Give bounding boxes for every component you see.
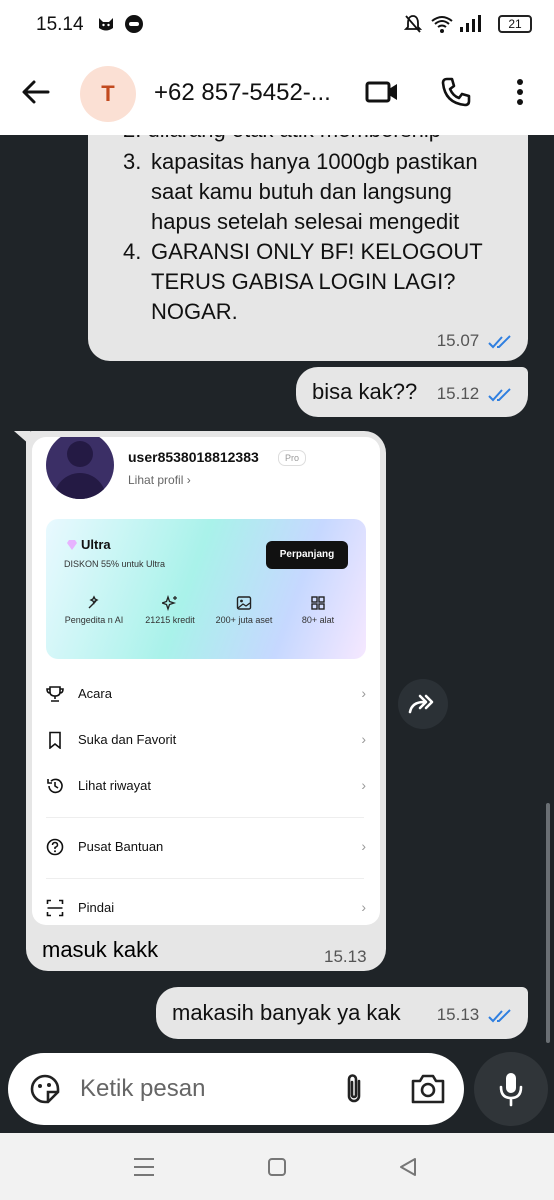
message-composer[interactable]: Ketik pesan <box>8 1053 464 1125</box>
feature-tools: 80+ alat <box>288 595 348 626</box>
status-time: 15.14 <box>36 14 84 35</box>
menu-item-favorites: Suka dan Favorit › <box>46 725 366 755</box>
signal-icon <box>458 14 482 39</box>
message-time: 15.07 <box>436 331 480 350</box>
read-receipt-icon <box>488 334 511 348</box>
mute-bell-icon <box>403 14 423 39</box>
message-input[interactable]: Ketik pesan <box>80 1075 205 1103</box>
message-time: 15.12 <box>436 384 480 403</box>
voice-record-button[interactable] <box>474 1052 548 1126</box>
message-numbered-list: 3. kapasitas hanya 1000gb pastikan saat k… <box>123 147 493 327</box>
scrollbar[interactable] <box>546 803 550 1043</box>
message-text: bisa kak?? <box>312 379 418 404</box>
home-icon[interactable] <box>267 1157 287 1182</box>
chevron-right-icon: › <box>361 899 366 915</box>
feature-credits: 21215 kredit <box>140 595 200 626</box>
forward-arrow-icon <box>408 694 434 714</box>
camera-icon[interactable] <box>410 1073 446 1110</box>
profile-username: user8538018812383 <box>128 449 259 465</box>
video-call-icon[interactable] <box>364 76 400 113</box>
contact-avatar[interactable]: T <box>80 66 136 122</box>
list-item: 4. GARANSI ONLY BF! KELOGOUT TERUS GABISA… <box>123 239 483 324</box>
wifi-icon <box>430 14 454 39</box>
back-nav-icon[interactable] <box>398 1157 418 1182</box>
messenger-app-icon <box>124 14 144 39</box>
ultra-membership-card: Ultra DISKON 55% untuk Ultra Perpanjang … <box>46 519 366 659</box>
profile-link: Lihat profil › <box>128 473 191 487</box>
message-bubble-sent[interactable]: makasih banyak ya kak 15.13 <box>156 987 528 1039</box>
grid-icon <box>311 596 325 610</box>
scan-icon <box>46 899 64 917</box>
recent-apps-icon[interactable] <box>133 1157 155 1182</box>
message-time: 15.13 <box>436 1005 480 1024</box>
profile-avatar <box>46 437 114 499</box>
read-receipt-icon <box>488 1008 511 1022</box>
contact-name[interactable]: +62 857-5452-... <box>154 79 331 107</box>
feature-assets: 200+ juta aset <box>214 595 274 626</box>
bookmark-icon <box>49 731 61 749</box>
sticker-icon[interactable] <box>28 1072 62 1111</box>
message-meta: 15.12 <box>437 384 514 404</box>
trophy-icon <box>46 686 64 702</box>
feature-ai-editing: Pengedita n AI <box>64 595 124 626</box>
ultra-title: Ultra <box>66 537 111 552</box>
back-arrow-icon[interactable] <box>20 76 52 113</box>
discount-text: DISKON 55% untuk Ultra <box>64 559 166 569</box>
sparkle-icon <box>162 595 177 611</box>
history-icon <box>47 778 63 794</box>
pro-badge: Pro <box>278 450 307 466</box>
menu-item-acara: Acara › <box>46 679 366 709</box>
chevron-right-icon: › <box>361 685 366 701</box>
more-options-icon[interactable] <box>508 76 532 113</box>
message-text: makasih banyak ya kak <box>172 1000 401 1025</box>
chevron-right-icon: › <box>361 731 366 747</box>
menu-divider <box>46 817 364 818</box>
attach-icon[interactable] <box>340 1071 368 1112</box>
image-icon <box>236 596 252 610</box>
message-meta: 15.13 <box>437 1005 514 1025</box>
bubble-tail <box>14 431 30 445</box>
list-item: 3. kapasitas hanya 1000gb pastikan saat k… <box>123 149 478 234</box>
microphone-icon <box>499 1073 523 1107</box>
shared-screenshot-image[interactable]: user8538018812383 Pro Lihat profil › Ult… <box>32 437 380 925</box>
battery-indicator: 21 <box>498 15 532 33</box>
message-partial-line: 2. dilarang otak atik membership <box>123 135 523 145</box>
status-bar: 15.14 21 <box>0 0 554 50</box>
chat-header: T +62 857-5452-... <box>0 50 554 135</box>
read-receipt-icon <box>488 387 511 401</box>
chevron-right-icon: › <box>361 838 366 854</box>
message-bubble-sent[interactable]: 2. dilarang otak atik membership 3.kapas… <box>88 135 528 361</box>
message-time: 15.13 <box>324 947 367 966</box>
menu-divider <box>46 878 364 879</box>
message-caption: masuk kakk <box>42 937 159 962</box>
phone-call-icon[interactable] <box>440 76 472 113</box>
renew-button: Perpanjang <box>266 541 348 569</box>
message-meta: 15.07 <box>437 331 514 351</box>
chevron-right-icon: › <box>361 777 366 793</box>
message-bubble-sent[interactable]: bisa kak?? 15.12 <box>296 367 528 417</box>
help-icon <box>46 838 64 856</box>
cat-app-icon <box>96 14 116 39</box>
magic-edit-icon <box>88 595 99 609</box>
chat-thread[interactable]: 2. dilarang otak atik membership 3.kapas… <box>0 135 554 1050</box>
system-nav-bar <box>0 1133 554 1200</box>
menu-item-help: Pusat Bantuan › <box>46 832 366 862</box>
menu-item-history: Lihat riwayat › <box>46 771 366 801</box>
forward-button[interactable] <box>398 679 448 729</box>
menu-item-scan: Pindai › <box>46 893 366 923</box>
diamond-icon <box>67 540 77 550</box>
